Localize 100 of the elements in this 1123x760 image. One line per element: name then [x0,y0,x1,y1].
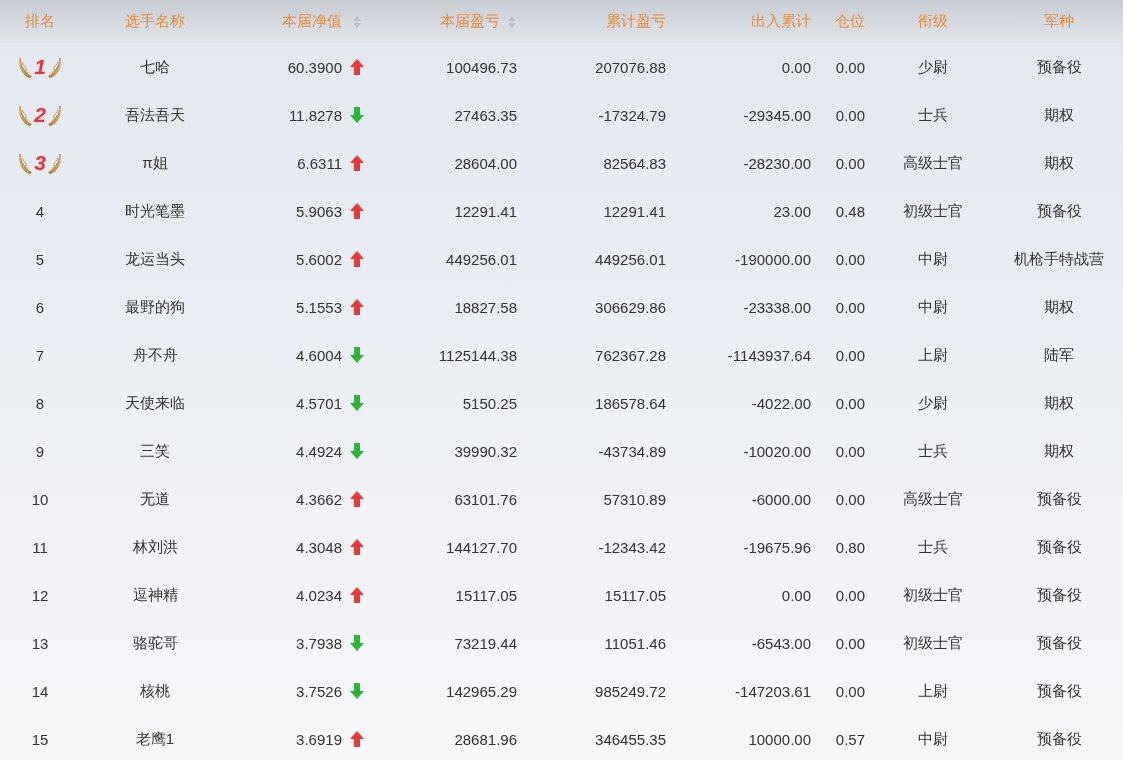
wing-icon [46,152,61,174]
table-cell: 6.6311 [297,154,342,172]
table-cell: -4022.00 [751,394,811,412]
table-cell: 0.57 [835,730,865,748]
table-cell: 5150.25 [462,394,517,412]
table-cell: 初级士官 [902,201,963,221]
table-cell: 762367.28 [595,346,666,364]
table-cell: 3.7526 [296,682,342,700]
table-cell: -6000.00 [751,490,811,508]
player-name: 三笑 [140,441,170,461]
table-cell: 0.00 [835,682,865,700]
table-cell: 0.00 [835,442,865,460]
table-cell: 士兵 [917,105,948,125]
table-cell: 0.00 [835,106,865,124]
table-cell: 4.4924 [296,442,342,460]
table-cell: -29345.00 [743,106,811,124]
table-cell: 12291.41 [454,202,517,220]
table-cell: 4.0234 [296,586,342,604]
table-cell: 12291.41 [603,202,666,220]
table-cell: 0.80 [835,538,865,556]
table-cell: -1143937.64 [727,346,811,364]
table-cell: 15117.05 [604,586,666,604]
player-name: 老鹰1 [135,729,175,749]
wing-icon [19,56,34,78]
table-cell: 期权 [1044,393,1074,413]
rank-number: 8 [35,394,45,412]
column-header: 排名 [25,12,55,31]
table-cell: 449256.01 [595,250,666,268]
column-header: 衔级 [917,12,948,31]
table-cell: 期权 [1044,297,1074,317]
table-cell: 11.8278 [288,106,342,124]
player-name: 最野的狗 [125,297,185,317]
table-cell: 10000.00 [748,730,811,748]
table-cell: 28604.00 [454,154,517,172]
table-cell: -17324.79 [598,106,666,124]
column-header: 选手名称 [125,12,185,31]
table-cell: 中尉 [917,297,948,317]
table-cell: 期权 [1044,153,1074,173]
sort-icon[interactable] [507,14,517,29]
wing-icon [19,104,34,126]
table-cell: 4.5701 [296,394,342,412]
player-name: π姐 [142,153,168,173]
sort-icon[interactable] [352,14,362,29]
table-cell: 预备役 [1036,729,1082,749]
player-name: 核桃 [140,681,170,701]
player-name: 舟不舟 [132,345,178,365]
table-cell: 预备役 [1036,57,1082,77]
player-name: 逗神精 [132,585,178,605]
table-cell: 73219.44 [454,634,517,652]
table-cell: 18827.58 [454,298,517,316]
table-cell: 60.3900 [287,58,342,76]
table-cell: 预备役 [1036,633,1082,653]
table-cell: 346455.35 [595,730,666,748]
table-cell: 4.3662 [296,490,342,508]
rank-number: 9 [35,442,45,460]
table-cell: 186578.64 [595,394,666,412]
table-cell: 15117.05 [455,586,517,604]
rank-number: 5 [35,250,45,268]
table-cell: 27463.35 [454,106,517,124]
player-name: 吾法吾天 [125,105,185,125]
table-cell: 预备役 [1036,681,1082,701]
table-cell: 306629.86 [595,298,666,316]
column-header[interactable]: 本届净值 [282,12,342,31]
table-cell: -190000.00 [735,250,811,268]
table-cell: -10020.00 [743,442,811,460]
player-name: 无道 [140,489,170,509]
table-cell: 中尉 [917,249,948,269]
table-cell: 0.00 [835,58,865,76]
rank-number: 13 [31,634,49,652]
table-cell: -23338.00 [743,298,811,316]
table-cell: 0.00 [781,58,811,76]
table-cell: 57310.89 [603,490,666,508]
player-name: 天使来临 [125,393,185,413]
table-cell: 39990.32 [454,442,517,460]
table-cell: 上尉 [917,681,948,701]
rank-number: 7 [35,346,45,364]
table-cell: 100496.73 [446,58,517,76]
table-cell: 0.00 [835,298,865,316]
table-cell: 4.3048 [296,538,342,556]
player-name: 林刘洪 [132,537,178,557]
table-cell: 士兵 [917,441,948,461]
table-cell: 5.6002 [296,250,342,268]
column-header[interactable]: 本届盈亏 [440,12,500,31]
table-cell: 449256.01 [446,250,517,268]
rank-number: 14 [31,682,49,700]
table-cell: -147203.61 [735,682,811,700]
rank-number: 6 [35,298,45,316]
table-cell: 初级士官 [902,633,963,653]
player-name: 骆驼哥 [132,633,178,653]
column-header: 仓位 [835,12,865,31]
table-cell: 63101.76 [454,490,517,508]
rank-number: 11 [32,538,48,556]
player-name: 时光笔墨 [125,201,185,221]
table-cell: -12343.42 [598,538,666,556]
table-cell: 预备役 [1036,201,1082,221]
table-cell: 3.6919 [296,730,342,748]
table-cell: 初级士官 [902,585,963,605]
table-cell: 陆军 [1044,345,1074,365]
table-cell: 上尉 [917,345,948,365]
table-cell: 142965.29 [446,682,517,700]
